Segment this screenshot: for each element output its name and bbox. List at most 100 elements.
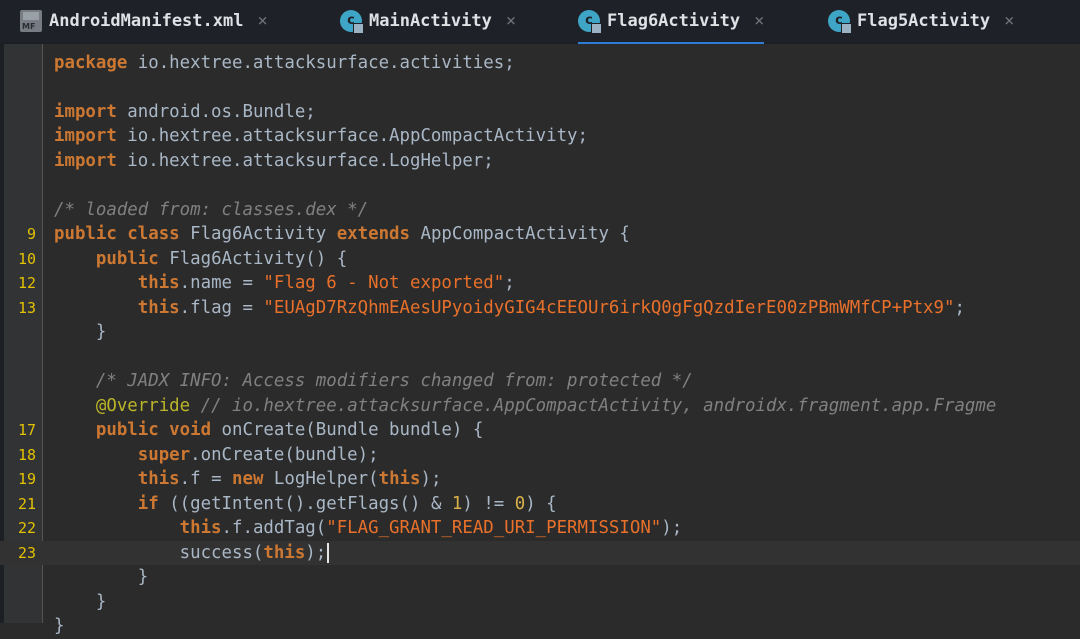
- code-line[interactable]: 21 if ((getIntent().getFlags() & 1) != 0…: [0, 492, 1080, 517]
- string-literal: "FLAG_GRANT_READ_URI_PERMISSION": [326, 518, 662, 538]
- line-number: 10: [17, 249, 36, 268]
- code-line[interactable]: }: [0, 614, 1080, 639]
- keyword: new: [232, 469, 264, 489]
- code-text: @Override // io.hextree.attacksurface.Ap…: [54, 394, 996, 419]
- code-line[interactable]: /* loaded from: classes.dex */: [0, 198, 1080, 223]
- code-line[interactable]: }: [0, 565, 1080, 590]
- line-number: 18: [17, 445, 36, 464]
- comment: /* JADX INFO: Access modifiers changed f…: [95, 371, 693, 391]
- code-text: Flag6Activity() {: [158, 248, 348, 269]
- code-line[interactable]: [0, 75, 1080, 100]
- keyword: super: [137, 444, 191, 465]
- tab-mainactivity[interactable]: c MainActivity ×: [340, 0, 516, 42]
- tab-label: AndroidManifest.xml: [49, 11, 244, 31]
- code-text: this.flag = "EUAgD7RzQhmEAesUPyoidyGIG4c…: [54, 296, 965, 321]
- code-text: }: [54, 591, 107, 612]
- code-text: ((getIntent().getFlags() &: [158, 493, 452, 514]
- keyword: public void: [95, 420, 212, 440]
- line-number: 21: [17, 494, 36, 513]
- code-text: }: [54, 614, 64, 639]
- code-line[interactable]: 17 public void onCreate(Bundle bundle) {: [0, 418, 1080, 443]
- code-text: public void onCreate(Bundle bundle) {: [54, 418, 483, 443]
- code-text: LogHelper(: [263, 469, 379, 489]
- code-text: super.onCreate(bundle);: [54, 443, 379, 468]
- manifest-file-icon: MF: [20, 10, 42, 32]
- keyword: this: [263, 542, 306, 563]
- line-number: 13: [17, 298, 36, 317]
- keyword: public class: [54, 224, 180, 244]
- code-line[interactable]: 19 this.f = new LogHelper(this);: [0, 467, 1080, 492]
- tab-label: Flag6Activity: [607, 11, 741, 31]
- line-number: 19: [17, 470, 36, 488]
- tab-flag6activity[interactable]: c Flag6Activity ×: [578, 0, 765, 45]
- close-icon[interactable]: ×: [257, 11, 267, 31]
- code-line[interactable]: [0, 345, 1080, 370]
- code-text: }: [54, 567, 149, 587]
- code-line[interactable]: 22 this.f.addTag("FLAG_GRANT_READ_URI_PE…: [0, 516, 1080, 541]
- code-text: }: [54, 616, 65, 636]
- close-icon[interactable]: ×: [754, 11, 764, 31]
- close-icon[interactable]: ×: [506, 11, 516, 31]
- code-text: public Flag6Activity() {: [54, 247, 347, 272]
- code-text: package io.hextree.attacksurface.activit…: [54, 51, 515, 76]
- code-line[interactable]: 12 this.name = "Flag 6 - Not exported";: [0, 271, 1080, 296]
- editor-tab-bar: MF AndroidManifest.xml × c MainActivity …: [0, 0, 1080, 45]
- code-text: }: [54, 590, 106, 615]
- text-cursor: [327, 542, 330, 563]
- keyword: import: [54, 150, 117, 171]
- code-line[interactable]: 9 public class Flag6Activity extends AppC…: [0, 222, 1080, 247]
- keyword: if: [137, 493, 159, 514]
- keyword: import: [54, 126, 117, 146]
- code-text: ;: [504, 273, 515, 293]
- code-line[interactable]: /* JADX INFO: Access modifiers changed f…: [0, 369, 1080, 394]
- code-text: success(: [54, 542, 264, 563]
- keyword: extends: [336, 224, 410, 244]
- code-text: .flag =: [179, 297, 264, 318]
- tab-label: MainActivity: [369, 11, 492, 31]
- comment: /* loaded from: classes.dex */: [54, 199, 369, 220]
- code-text: .f.addTag(: [221, 518, 327, 538]
- code-line[interactable]: @Override // io.hextree.attacksurface.Ap…: [0, 394, 1080, 419]
- code-text: /* JADX INFO: Access modifiers changed f…: [54, 369, 693, 394]
- code-line[interactable]: }: [0, 590, 1080, 615]
- code-text: .onCreate(bundle);: [190, 444, 379, 465]
- code-line[interactable]: 13 this.flag = "EUAgD7RzQhmEAesUPyoidyGI…: [0, 296, 1080, 321]
- code-text: public class Flag6Activity extends AppCo…: [54, 222, 630, 247]
- code-line[interactable]: 10 public Flag6Activity() {: [0, 247, 1080, 272]
- close-icon[interactable]: ×: [1004, 11, 1014, 31]
- code-line[interactable]: import io.hextree.attacksurface.AppCompa…: [0, 124, 1080, 149]
- code-text: import android.os.Bundle;: [54, 100, 316, 125]
- code-text: import io.hextree.attacksurface.LogHelpe…: [54, 149, 494, 174]
- code-line[interactable]: import android.os.Bundle;: [0, 100, 1080, 125]
- tab-label: Flag5Activity: [857, 11, 991, 31]
- tab-androidmanifest[interactable]: MF AndroidManifest.xml ×: [20, 0, 268, 42]
- code-text: AppCompactActivity {: [410, 224, 630, 244]
- number-literal: 1: [451, 493, 463, 514]
- code-text: android.os.Bundle;: [116, 101, 316, 122]
- tab-flag5activity[interactable]: c Flag5Activity ×: [828, 0, 1014, 42]
- line-number: 9: [26, 225, 36, 243]
- code-text: this.f = new LogHelper(this);: [54, 467, 442, 492]
- code-text: import io.hextree.attacksurface.AppCompa…: [54, 124, 588, 149]
- code-line[interactable]: 18 super.onCreate(bundle);: [0, 443, 1080, 468]
- code-text: io.hextree.attacksurface.activities;: [127, 52, 515, 73]
- code-line[interactable]: }: [0, 320, 1080, 345]
- code-text: onCreate(Bundle bundle) {: [211, 420, 484, 440]
- code-line[interactable]: [0, 173, 1080, 198]
- line-number: 23: [17, 543, 36, 562]
- code-line-current[interactable]: 23 success(this);: [0, 540, 1080, 565]
- code-line[interactable]: package io.hextree.attacksurface.activit…: [0, 51, 1080, 76]
- code-text: }: [54, 565, 148, 590]
- code-text: );: [305, 542, 327, 563]
- class-icon: c: [828, 10, 852, 34]
- code-text: .f =: [179, 469, 233, 489]
- code-line[interactable]: import io.hextree.attacksurface.LogHelpe…: [0, 149, 1080, 174]
- line-number: 12: [17, 274, 36, 292]
